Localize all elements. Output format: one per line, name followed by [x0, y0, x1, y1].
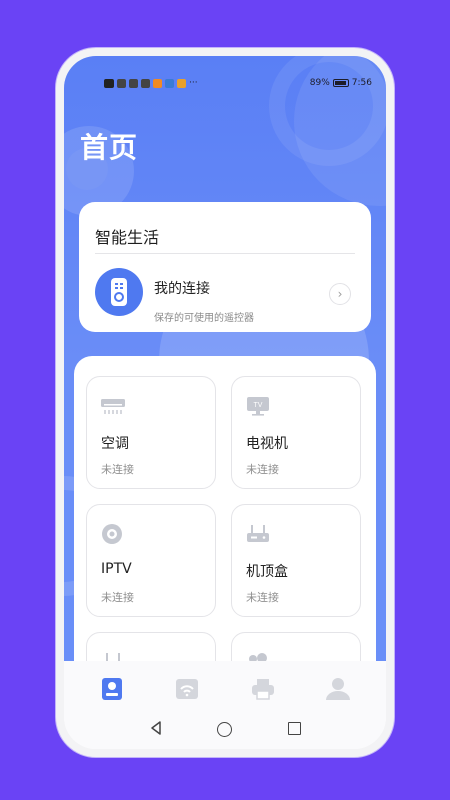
app-notification-icon [153, 78, 162, 88]
remote-control-icon[interactable] [95, 268, 143, 316]
recent-apps-icon[interactable] [288, 722, 301, 735]
more-notifications-icon: ··· [189, 78, 198, 88]
app-notification-icon [177, 78, 186, 88]
wifi-icon [141, 78, 150, 88]
back-icon[interactable] [148, 720, 164, 736]
device-name: IPTV [101, 561, 132, 577]
smart-life-title: 智能生活 [95, 228, 160, 247]
printer-icon [251, 678, 274, 700]
hd-icon [104, 78, 114, 88]
device-card-tv[interactable]: TV 电视机 未连接 [231, 376, 361, 489]
signal-4g-icon [129, 78, 138, 88]
my-connection-title[interactable]: 我的连接 [154, 278, 210, 298]
battery-icon [332, 79, 349, 87]
chevron-right-icon[interactable]: › [329, 283, 351, 305]
clock: 7:56 [351, 78, 372, 88]
home-remote-icon [101, 677, 122, 700]
tab-profile[interactable] [325, 676, 351, 702]
home-icon[interactable] [217, 722, 232, 737]
tab-print[interactable] [250, 676, 276, 702]
device-panel: 空调 未连接 TV 电视机 未连接 IPTV 未连接 机顶盒 未连接 [74, 356, 376, 745]
tab-home[interactable] [99, 676, 125, 702]
system-nav-bar [64, 716, 386, 749]
device-status: 未连接 [246, 591, 279, 604]
device-status: 未连接 [246, 463, 279, 476]
air-conditioner-icon [101, 399, 125, 414]
device-card-set-top-box[interactable]: 机顶盒 未连接 [231, 504, 361, 617]
status-icons-right: 89% 7:56 [310, 78, 372, 88]
user-icon [326, 677, 351, 700]
phone-frame: ··· 89% 7:56 首页 智能生活 我的连接 保存的可使用的遥控器 › 空… [56, 48, 394, 757]
svg-text:TV: TV [254, 402, 263, 409]
device-status: 未连接 [101, 463, 134, 476]
status-bar: ··· 89% 7:56 [104, 76, 372, 90]
device-name: 空调 [101, 436, 129, 452]
divider [95, 253, 355, 254]
search-notification-icon [165, 78, 174, 88]
device-card-air-conditioner[interactable]: 空调 未连接 [86, 376, 216, 489]
status-icons-left: ··· [104, 78, 198, 88]
tv-icon: TV [247, 397, 269, 416]
page-title: 首页 [80, 131, 139, 164]
my-connection-subtitle: 保存的可使用的遥控器 [154, 313, 254, 324]
smart-life-card: 智能生活 我的连接 保存的可使用的遥控器 › [79, 202, 371, 332]
bottom-tab-bar [64, 661, 386, 716]
device-status: 未连接 [101, 591, 134, 604]
device-name: 机顶盒 [246, 564, 288, 580]
battery-percent: 89% [309, 78, 330, 88]
iptv-disc-icon [102, 524, 122, 544]
set-top-box-icon [247, 525, 269, 542]
device-name: 电视机 [246, 436, 288, 452]
wifi-screen-icon [176, 678, 199, 699]
signal-icon [117, 78, 126, 88]
device-card-iptv[interactable]: IPTV 未连接 [86, 504, 216, 617]
tab-screen-cast[interactable] [174, 676, 200, 702]
decor-ring [269, 56, 386, 166]
screen: ··· 89% 7:56 首页 智能生活 我的连接 保存的可使用的遥控器 › 空… [64, 56, 386, 749]
